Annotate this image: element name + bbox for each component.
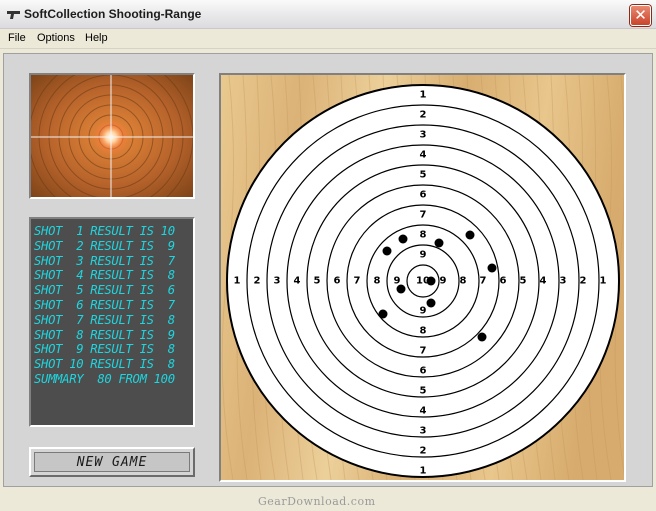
scope-view: [31, 75, 193, 197]
ring-label: 6: [420, 190, 427, 201]
ring-label: 7: [420, 346, 427, 357]
summary-line: SUMMARY 80 FROM 100: [34, 371, 175, 386]
ring-label: 9: [420, 250, 427, 261]
ring-label: 2: [254, 276, 261, 287]
ring-label: 7: [480, 276, 487, 287]
ring-label: 1: [600, 276, 607, 287]
ring-label: 6: [500, 276, 507, 287]
result-line: SHOT 6 RESULT IS 7: [34, 297, 175, 312]
bullet-hole: [396, 284, 406, 294]
pistol-icon: [7, 11, 20, 19]
result-line: SHOT 1 RESULT IS 10: [34, 224, 175, 238]
ring-label: 4: [420, 150, 427, 161]
ring-label: 4: [420, 406, 427, 417]
ring-label: 5: [314, 276, 321, 287]
menu-help[interactable]: Help: [85, 32, 108, 44]
ring-label: 2: [420, 110, 427, 121]
ring-label: 8: [420, 230, 427, 241]
result-line: SHOT 5 RESULT IS 6: [34, 283, 175, 298]
ring-label: 3: [420, 426, 427, 437]
bullet-hole: [477, 332, 487, 342]
result-line: SHOT 8 RESULT IS 9: [34, 327, 175, 342]
result-line: SHOT 2 RESULT IS 9: [34, 238, 175, 253]
ring-label: 9: [440, 276, 447, 287]
ring-label: 3: [560, 276, 567, 287]
result-line: SHOT 4 RESULT IS 8: [34, 268, 175, 283]
ring-label: 2: [580, 276, 587, 287]
results-panel: SHOT 1 RESULT IS 10 SHOT 2 RESULT IS 9 S…: [29, 217, 195, 427]
ring-label: 9: [420, 306, 427, 317]
result-line: SHOT 9 RESULT IS 8: [34, 342, 175, 357]
bullet-hole: [378, 309, 388, 319]
ring-label: 5: [520, 276, 527, 287]
watermark: GearDownload.com: [258, 495, 376, 508]
title-bar: SoftCollection Shooting-Range ✕: [0, 0, 656, 29]
menu-file[interactable]: File: [8, 32, 26, 44]
ring-label: 1: [420, 466, 427, 477]
bullet-hole: [465, 230, 475, 240]
result-line: SHOT 10 RESULT IS 8: [34, 357, 175, 372]
bullet-hole: [398, 234, 408, 244]
bullet-hole: [382, 246, 392, 256]
ring-label: 3: [274, 276, 281, 287]
result-line: SHOT 3 RESULT IS 7: [34, 253, 175, 268]
ring-label: 5: [420, 170, 427, 181]
ring-label: 1: [234, 276, 241, 287]
ring-label: 1: [420, 90, 427, 101]
ring-label: 8: [460, 276, 467, 287]
bullet-hole: [426, 298, 436, 308]
new-game-label: NEW GAME: [34, 452, 190, 472]
ring-label: 8: [420, 326, 427, 337]
close-button[interactable]: ✕: [630, 5, 651, 26]
ring-label: 5: [420, 386, 427, 397]
result-line: SHOT 7 RESULT IS 8: [34, 312, 175, 327]
window-title: SoftCollection Shooting-Range: [24, 7, 202, 21]
shooting-range[interactable]: 1 2 3 4 5 6 7 8 9 9 8 7 6 5 4 3 2 1 1 2 3 4 5 6 7 8 9 9 8 7 6 5 4 3 2 1 10: [219, 73, 626, 482]
ring-label: 4: [294, 276, 301, 287]
ring-label: 7: [420, 210, 427, 221]
ring-label: 2: [420, 446, 427, 457]
bullet-hole: [434, 238, 444, 248]
ring-label: 6: [334, 276, 341, 287]
bullet-hole: [426, 276, 436, 286]
menu-options[interactable]: Options: [37, 32, 75, 44]
target-board[interactable]: 1234567899876543211 2 3 4 5 6 7 8 9 9 8 7 6 5 4 3 2 110: [221, 75, 624, 480]
new-game-button[interactable]: NEW GAME: [29, 447, 195, 477]
ring-label: 3: [420, 130, 427, 141]
scope-preview: [29, 73, 195, 199]
ring-label: 4: [540, 276, 547, 287]
ring-label: 7: [354, 276, 361, 287]
ring-label: 8: [374, 276, 381, 287]
ring-label: 6: [420, 366, 427, 377]
bullet-hole: [487, 263, 497, 273]
menu-bar: File Options Help: [0, 29, 656, 49]
